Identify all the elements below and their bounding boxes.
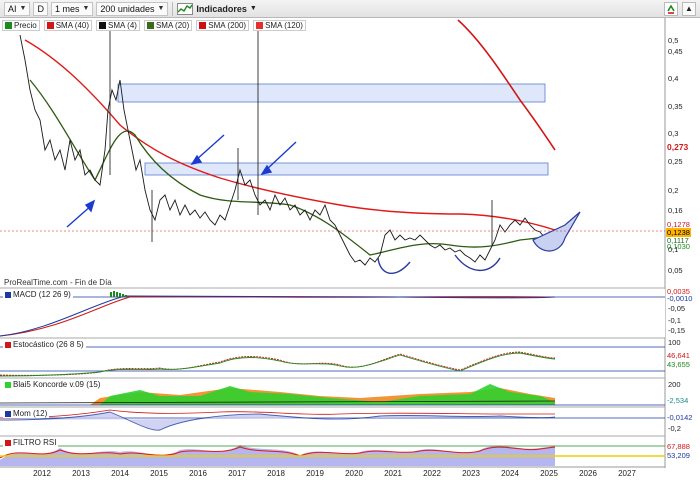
year-label: 2012: [33, 469, 51, 478]
panel-marker-icon: [5, 341, 11, 348]
price-tick: 0,05: [668, 266, 683, 275]
stoch-tag-k: 46,641: [667, 351, 690, 360]
koncorde-panel-label[interactable]: Blai5 Koncorde v.09 (15): [3, 380, 103, 389]
data-provider-label: ProRealTime.com - Fin de Día: [4, 278, 112, 287]
chart-canvas[interactable]: [0, 18, 700, 468]
symbol-selector[interactable]: AI ▼: [4, 1, 31, 16]
period-badge[interactable]: D: [33, 1, 48, 16]
price-tick: 0,45: [668, 47, 683, 56]
panel-marker-icon: [5, 291, 11, 298]
rsi-tag-b: 53,209: [667, 451, 690, 460]
toolbar: AI ▼ D 1 mes ▼ 200 unidades ▼ Indicadore…: [0, 0, 700, 18]
scroll-up-button[interactable]: ▲: [682, 2, 696, 16]
chevron-down-icon: ▼: [82, 5, 90, 12]
units-label: 200 unidades: [100, 3, 155, 14]
macd-label: MACD (12 26 9): [13, 290, 71, 299]
legend: Precio SMA (40) SMA (4) SMA (20) SMA (20…: [2, 19, 310, 31]
stoch-panel-label[interactable]: Estocástico (26 8 5): [3, 340, 86, 349]
period-badge-label: D: [37, 3, 44, 14]
year-label: 2014: [111, 469, 129, 478]
rsi-panel-label[interactable]: FILTRO RSI: [3, 438, 59, 447]
price-tick: 0,35: [668, 102, 683, 111]
macd-tick: -0,05: [668, 304, 686, 313]
macd-tick: -0,15: [668, 326, 686, 335]
macd-panel: [0, 289, 665, 337]
legend-swatch: [5, 21, 12, 29]
price-tag-sma200: 0,273: [667, 142, 689, 152]
legend-item-price[interactable]: Precio: [2, 19, 40, 31]
indicators-button[interactable]: Indicadores ▼: [177, 2, 257, 15]
legend-label: SMA (40): [55, 20, 90, 30]
legend-item-sma40[interactable]: SMA (40): [43, 19, 93, 31]
macd-panel-label[interactable]: MACD (12 26 9): [3, 290, 73, 299]
year-label: 2019: [306, 469, 324, 478]
legend-item-sma20[interactable]: SMA (20): [143, 19, 193, 31]
units-selector[interactable]: 200 unidades ▼: [96, 1, 169, 16]
koncorde-label: Blai5 Koncorde v.09 (15): [13, 380, 101, 389]
stoch-tag-d: 43,655: [667, 360, 690, 369]
year-label: 2017: [228, 469, 246, 478]
indicators-label: Indicadores: [196, 3, 247, 14]
year-label: 2015: [150, 469, 168, 478]
year-label: 2020: [345, 469, 363, 478]
chevron-down-icon: ▼: [249, 5, 257, 12]
legend-item-sma120[interactable]: SMA (120): [253, 19, 306, 31]
price-tick: 0,2: [668, 186, 679, 195]
legend-swatch: [99, 21, 107, 29]
stoch-label: Estocástico (26 8 5): [13, 340, 84, 349]
price-tick: 0,25: [668, 157, 683, 166]
toolbar-divider: [172, 1, 174, 16]
koncorde-tag: -2,534: [667, 396, 689, 405]
indicators-icon: [177, 2, 194, 15]
year-label: 2018: [267, 469, 285, 478]
price-panel: [0, 31, 665, 287]
year-label: 2023: [462, 469, 480, 478]
time-axis: 2012 2013 2014 2015 2016 2017 2018 2019 …: [0, 468, 665, 480]
year-label: 2026: [579, 469, 597, 478]
koncorde-tick: 200: [668, 380, 681, 389]
rsi-label: FILTRO RSI: [13, 438, 57, 447]
legend-label: SMA (4): [108, 20, 137, 30]
legend-swatch: [46, 21, 54, 29]
legend-swatch: [199, 21, 207, 29]
legend-label: SMA (120): [265, 20, 303, 30]
panel-marker-icon: [5, 410, 11, 417]
legend-swatch: [256, 21, 264, 29]
symbol-label: AI: [8, 3, 17, 14]
panel-marker-icon: [5, 439, 11, 446]
interval-label: 1 mes: [54, 3, 80, 14]
mom-tag: -0,0142: [667, 413, 693, 422]
mom-tick: -0,2: [668, 424, 681, 433]
mom-panel-label[interactable]: Mom (12): [3, 409, 50, 418]
year-label: 2022: [423, 469, 441, 478]
price-tick: 0,3: [668, 129, 679, 138]
year-label: 2024: [501, 469, 519, 478]
stoch-tick: 100: [668, 338, 681, 347]
rsi-tag-a: 67,888: [667, 442, 690, 451]
price-tag-sma4: 0,1030: [667, 242, 690, 251]
year-label: 2016: [189, 469, 207, 478]
year-label: 2027: [618, 469, 636, 478]
legend-label: SMA (200): [208, 20, 247, 30]
panel-marker-icon: [5, 381, 11, 388]
chevron-down-icon: ▼: [157, 5, 165, 12]
price-tick: 0,16: [668, 206, 683, 215]
legend-item-sma4[interactable]: SMA (4): [96, 19, 140, 31]
interval-selector[interactable]: 1 mes ▼: [50, 1, 94, 16]
refresh-icon[interactable]: [664, 2, 678, 16]
macd-tag-macd: -0,0010: [667, 294, 693, 303]
mom-label: Mom (12): [13, 409, 48, 418]
resistance-zone-upper: [117, 83, 546, 103]
price-tick: 0,4: [668, 74, 679, 83]
legend-label: Precio: [14, 20, 37, 30]
legend-swatch: [146, 21, 154, 29]
year-label: 2025: [540, 469, 558, 478]
legend-label: SMA (20): [155, 20, 190, 30]
price-tick: 0,5: [668, 36, 679, 45]
legend-item-sma200[interactable]: SMA (200): [196, 19, 250, 31]
year-label: 2021: [384, 469, 402, 478]
macd-tick: -0,1: [668, 316, 681, 325]
year-label: 2013: [72, 469, 90, 478]
chevron-down-icon: ▼: [19, 5, 27, 12]
